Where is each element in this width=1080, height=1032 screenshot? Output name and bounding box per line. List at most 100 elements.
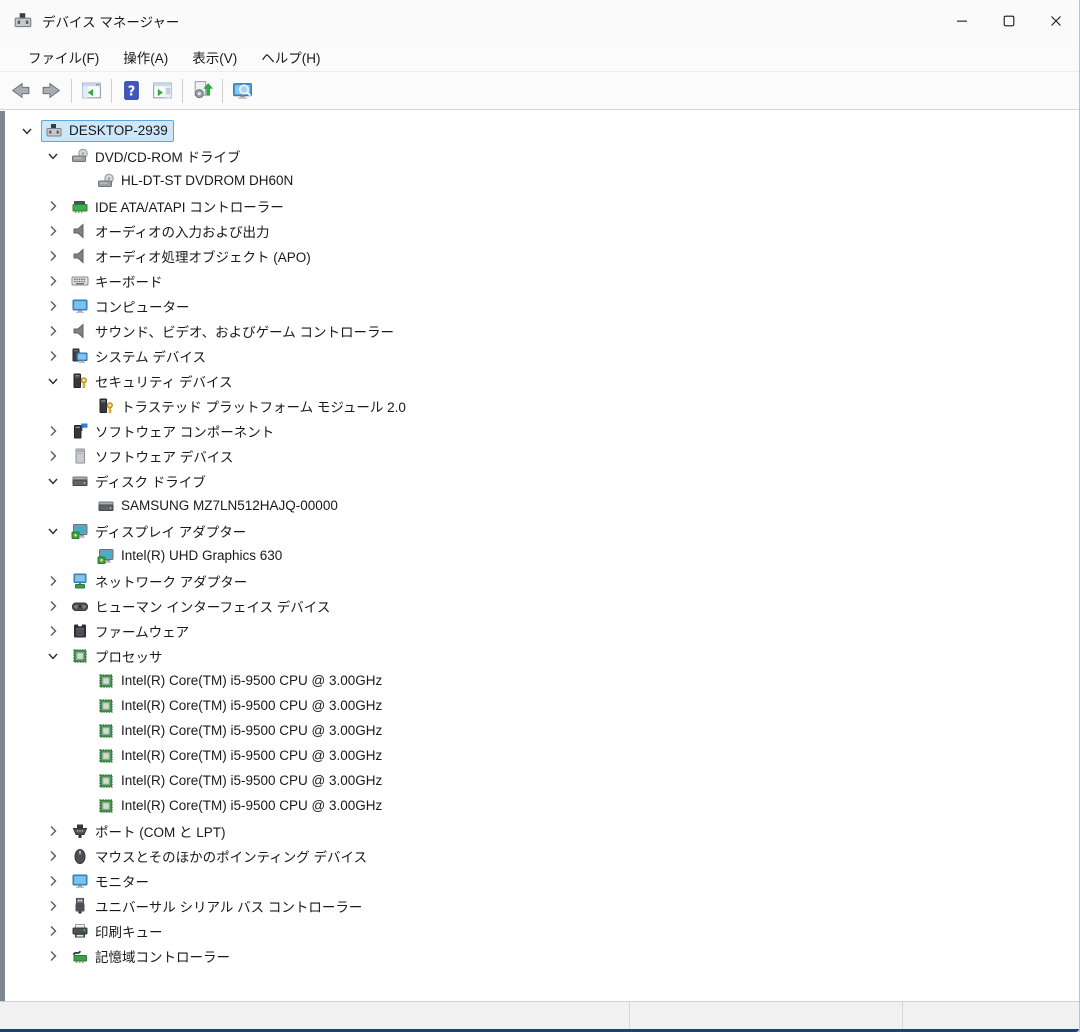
tree-node[interactable]: ファームウェア — [67, 619, 195, 643]
tree-node[interactable]: システム デバイス — [67, 344, 212, 368]
tree-row[interactable]: 記憶域コントローラー — [5, 943, 1079, 968]
chevron-right-icon[interactable] — [39, 868, 67, 893]
chevron-right-icon[interactable] — [39, 593, 67, 618]
tree-row[interactable]: ネットワーク アダプター — [5, 568, 1079, 593]
tree-row[interactable]: SAMSUNG MZ7LN512HAJQ-00000 — [5, 493, 1079, 518]
tree-node[interactable]: ユニバーサル シリアル バス コントローラー — [67, 894, 368, 918]
chevron-right-icon[interactable] — [39, 893, 67, 918]
tree-node[interactable]: Intel(R) Core(TM) i5-9500 CPU @ 3.00GHz — [93, 795, 388, 817]
tree-node[interactable]: ソフトウェア コンポーネント — [67, 419, 280, 443]
scan-hardware-button[interactable] — [187, 76, 218, 106]
tree-node[interactable]: ソフトウェア デバイス — [67, 444, 239, 468]
tree-row[interactable]: HL-DT-ST DVDROM DH60N — [5, 168, 1079, 193]
tree-node[interactable]: オーディオ処理オブジェクト (APO) — [67, 244, 317, 268]
tree-row[interactable]: Intel(R) Core(TM) i5-9500 CPU @ 3.00GHz — [5, 693, 1079, 718]
tree-row[interactable]: サウンド、ビデオ、およびゲーム コントローラー — [5, 318, 1079, 343]
tree-node[interactable]: Intel(R) Core(TM) i5-9500 CPU @ 3.00GHz — [93, 770, 388, 792]
tree-row[interactable]: トラステッド プラットフォーム モジュール 2.0 — [5, 393, 1079, 418]
close-button[interactable] — [1032, 0, 1079, 42]
tree-node[interactable]: IDE ATA/ATAPI コントローラー — [67, 194, 290, 218]
chevron-right-icon[interactable] — [39, 318, 67, 343]
tree-row[interactable]: ヒューマン インターフェイス デバイス — [5, 593, 1079, 618]
chevron-right-icon[interactable] — [39, 618, 67, 643]
chevron-down-icon[interactable] — [39, 468, 67, 493]
tree-node[interactable]: Intel(R) Core(TM) i5-9500 CPU @ 3.00GHz — [93, 695, 388, 717]
tree-node[interactable]: 印刷キュー — [67, 919, 169, 943]
tree-row[interactable]: ポート (COM と LPT) — [5, 818, 1079, 843]
chevron-right-icon[interactable] — [39, 443, 67, 468]
chevron-right-icon[interactable] — [39, 343, 67, 368]
tree-row[interactable]: ディスク ドライブ — [5, 468, 1079, 493]
help-button[interactable]: ? — [116, 76, 147, 106]
menu-action[interactable]: 操作(A) — [111, 43, 180, 71]
tree-node[interactable]: マウスとそのほかのポインティング デバイス — [67, 844, 373, 868]
tree-node[interactable]: HL-DT-ST DVDROM DH60N — [93, 170, 299, 192]
tree-node[interactable]: ディスク ドライブ — [67, 469, 212, 493]
tree-node[interactable]: 記憶域コントローラー — [67, 944, 236, 968]
tree-node[interactable]: モニター — [67, 869, 155, 893]
console-tree-button[interactable] — [76, 76, 107, 106]
tree-row[interactable]: オーディオ処理オブジェクト (APO) — [5, 243, 1079, 268]
tree-row[interactable]: DVD/CD-ROM ドライブ — [5, 143, 1079, 168]
tree-row[interactable]: 印刷キュー — [5, 918, 1079, 943]
tree-node[interactable]: DVD/CD-ROM ドライブ — [67, 144, 247, 168]
chevron-right-icon[interactable] — [39, 568, 67, 593]
minimize-button[interactable] — [938, 0, 985, 42]
tree-node[interactable]: セキュリティ デバイス — [67, 369, 239, 393]
tree-node[interactable]: DESKTOP-2939 — [41, 119, 174, 142]
chevron-right-icon[interactable] — [39, 293, 67, 318]
tree-node[interactable]: Intel(R) Core(TM) i5-9500 CPU @ 3.00GHz — [93, 745, 388, 767]
chevron-down-icon[interactable] — [39, 643, 67, 668]
chevron-right-icon[interactable] — [39, 418, 67, 443]
tree-row[interactable]: ユニバーサル シリアル バス コントローラー — [5, 893, 1079, 918]
tree-row[interactable]: ファームウェア — [5, 618, 1079, 643]
tree-row[interactable]: ソフトウェア デバイス — [5, 443, 1079, 468]
tree-row[interactable]: コンピューター — [5, 293, 1079, 318]
forward-button[interactable] — [36, 76, 67, 106]
chevron-right-icon[interactable] — [39, 918, 67, 943]
tree-row[interactable]: プロセッサ — [5, 643, 1079, 668]
tree-node[interactable]: ディスプレイ アダプター — [67, 519, 252, 543]
tree-row[interactable]: Intel(R) Core(TM) i5-9500 CPU @ 3.00GHz — [5, 668, 1079, 693]
chevron-right-icon[interactable] — [39, 268, 67, 293]
tree-row[interactable]: ディスプレイ アダプター — [5, 518, 1079, 543]
menu-file[interactable]: ファイル(F) — [16, 43, 111, 71]
tree-node[interactable]: ポート (COM と LPT) — [67, 819, 232, 843]
tree-node[interactable]: Intel(R) Core(TM) i5-9500 CPU @ 3.00GHz — [93, 720, 388, 742]
action-pane-button[interactable] — [147, 76, 178, 106]
tree-row[interactable]: Intel(R) Core(TM) i5-9500 CPU @ 3.00GHz — [5, 768, 1079, 793]
tree-node[interactable]: Intel(R) UHD Graphics 630 — [93, 545, 288, 567]
menu-help[interactable]: ヘルプ(H) — [249, 43, 332, 71]
tree-row[interactable]: IDE ATA/ATAPI コントローラー — [5, 193, 1079, 218]
chevron-down-icon[interactable] — [39, 368, 67, 393]
tree-row[interactable]: Intel(R) Core(TM) i5-9500 CPU @ 3.00GHz — [5, 743, 1079, 768]
tree-row[interactable]: オーディオの入力および出力 — [5, 218, 1079, 243]
chevron-right-icon[interactable] — [39, 818, 67, 843]
maximize-button[interactable] — [985, 0, 1032, 42]
device-search-button[interactable] — [227, 76, 258, 106]
tree-node[interactable]: オーディオの入力および出力 — [67, 219, 276, 243]
tree-node[interactable]: SAMSUNG MZ7LN512HAJQ-00000 — [93, 495, 344, 517]
tree-row[interactable]: DESKTOP-2939 — [5, 118, 1079, 143]
tree-node[interactable]: プロセッサ — [67, 644, 169, 668]
tree-row[interactable]: モニター — [5, 868, 1079, 893]
tree-row[interactable]: Intel(R) UHD Graphics 630 — [5, 543, 1079, 568]
tree-row[interactable]: Intel(R) Core(TM) i5-9500 CPU @ 3.00GHz — [5, 793, 1079, 818]
tree-row[interactable]: キーボード — [5, 268, 1079, 293]
chevron-right-icon[interactable] — [39, 843, 67, 868]
chevron-down-icon[interactable] — [39, 518, 67, 543]
chevron-right-icon[interactable] — [39, 193, 67, 218]
tree-row[interactable]: セキュリティ デバイス — [5, 368, 1079, 393]
tree-node[interactable]: Intel(R) Core(TM) i5-9500 CPU @ 3.00GHz — [93, 670, 388, 692]
tree-node[interactable]: コンピューター — [67, 294, 196, 318]
tree-node[interactable]: ヒューマン インターフェイス デバイス — [67, 594, 336, 618]
tree-node[interactable]: キーボード — [67, 269, 169, 293]
tree-node[interactable]: ネットワーク アダプター — [67, 569, 253, 593]
chevron-down-icon[interactable] — [13, 118, 41, 143]
tree-row[interactable]: Intel(R) Core(TM) i5-9500 CPU @ 3.00GHz — [5, 718, 1079, 743]
chevron-down-icon[interactable] — [39, 143, 67, 168]
tree-row[interactable]: ソフトウェア コンポーネント — [5, 418, 1079, 443]
chevron-right-icon[interactable] — [39, 243, 67, 268]
tree-row[interactable]: システム デバイス — [5, 343, 1079, 368]
menu-view[interactable]: 表示(V) — [180, 43, 249, 71]
